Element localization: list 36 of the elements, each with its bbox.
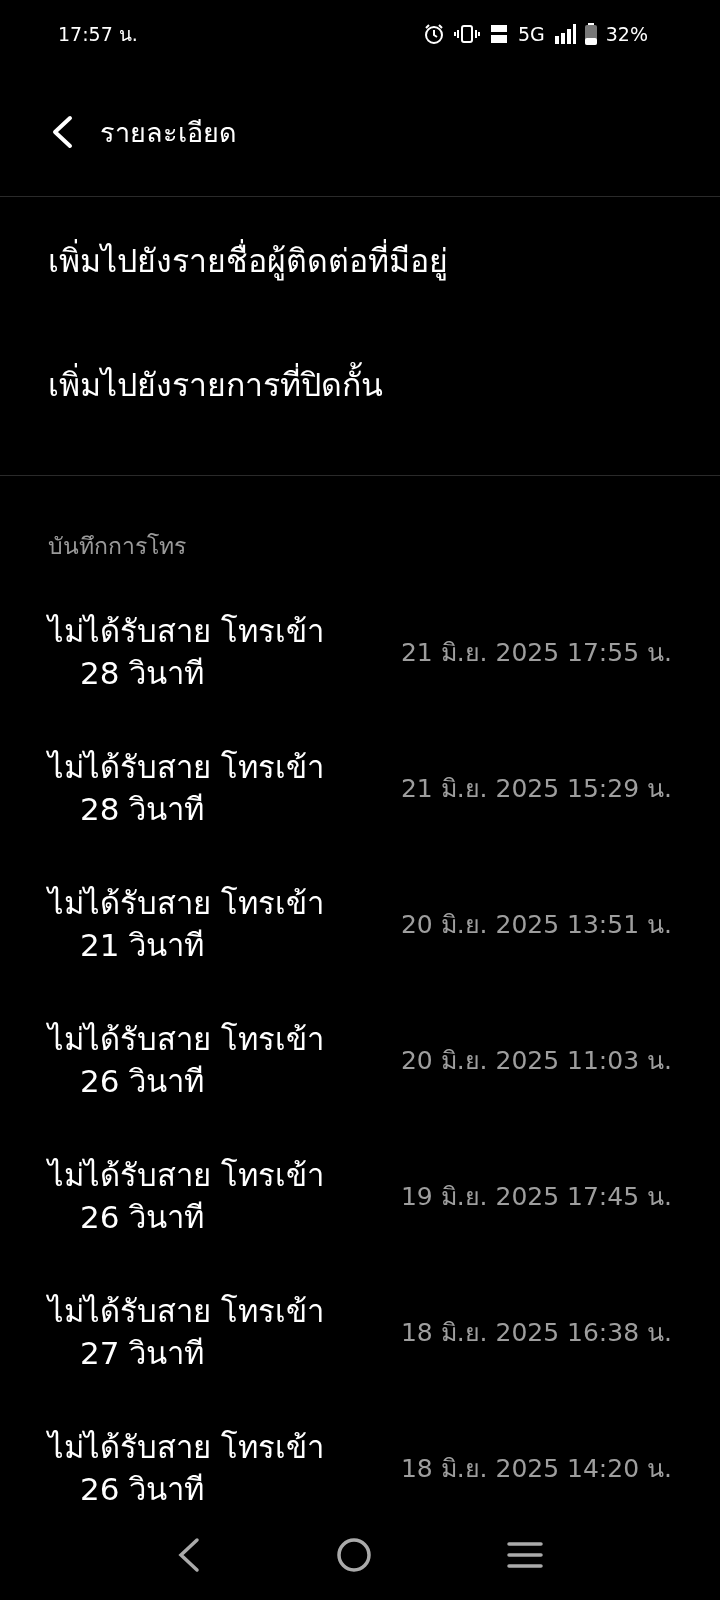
vibrate-icon — [453, 24, 480, 44]
call-date: 19 มิ.ย. 2025 17:45 น. — [399, 1181, 672, 1213]
network-type: 5G — [517, 23, 545, 45]
menu-item[interactable]: เพิ่มไปยังรายการที่ปิดกั้น — [0, 317, 720, 453]
call-status: ไม่ได้รับสาย โทรเข้า — [48, 1292, 325, 1331]
call-status: ไม่ได้รับสาย โทรเข้า — [48, 1020, 325, 1059]
section-heading: บันทึกการโทร — [47, 532, 187, 561]
battery-percent: 32% — [605, 23, 648, 45]
call-date: 18 มิ.ย. 2025 16:38 น. — [399, 1317, 672, 1349]
call-duration: 26 วินาที — [79, 1198, 206, 1237]
call-status: ไม่ได้รับสาย โทรเข้า — [48, 1156, 325, 1195]
call-date: 18 มิ.ย. 2025 14:20 น. — [399, 1453, 672, 1485]
menu-item[interactable]: เพิ่มไปยังรายชื่อผู้ติดต่อที่มีอยู่ — [0, 205, 720, 317]
home-icon[interactable] — [336, 1537, 372, 1573]
call-status: ไม่ได้รับสาย โทรเข้า — [48, 1428, 325, 1467]
page-title: รายละเอียด — [100, 115, 237, 150]
call-date: 21 มิ.ย. 2025 17:55 น. — [399, 637, 672, 669]
call-date: 20 มิ.ย. 2025 11:03 น. — [399, 1045, 672, 1077]
call-duration: 27 วินาที — [79, 1334, 206, 1373]
back-icon[interactable] — [177, 1537, 202, 1573]
call-duration: 28 วินาที — [79, 654, 206, 693]
call-status: ไม่ได้รับสาย โทรเข้า — [48, 884, 325, 923]
call-duration: 26 วินาที — [79, 1062, 206, 1101]
battery-icon — [584, 23, 597, 45]
call-date: 21 มิ.ย. 2025 15:29 น. — [399, 773, 672, 805]
menu-icon[interactable] — [506, 1540, 543, 1570]
alarm-icon — [422, 23, 445, 45]
back-icon[interactable] — [50, 115, 74, 149]
call-date: 20 มิ.ย. 2025 13:51 น. — [399, 909, 672, 941]
clock-time: 17:57 น. — [58, 22, 138, 47]
signal-icon — [553, 24, 576, 44]
call-duration: 26 วินาที — [79, 1470, 206, 1509]
call-duration: 21 วินาที — [79, 926, 206, 965]
call-status: ไม่ได้รับสาย โทรเข้า — [48, 612, 325, 651]
call-duration: 28 วินาที — [79, 790, 206, 829]
call-status: ไม่ได้รับสาย โทรเข้า — [48, 748, 325, 787]
